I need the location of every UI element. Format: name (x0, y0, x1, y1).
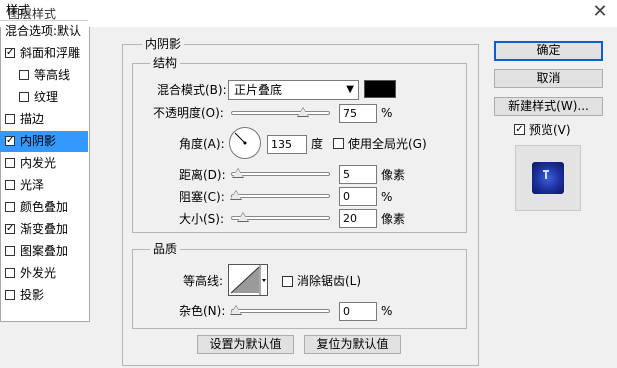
blend-mode-label: 混合模式(B): (157, 83, 227, 97)
style-item[interactable]: ✓ 斜面和浮雕 (0, 43, 88, 64)
style-item-label: 纹理 (34, 90, 59, 104)
style-item-checkbox[interactable] (5, 268, 15, 278)
angle-unit: 度 (311, 137, 324, 151)
style-item-label: 光泽 (20, 178, 45, 192)
contour-label: 等高线: (183, 274, 224, 288)
style-item-checkbox[interactable] (5, 202, 15, 212)
style-item[interactable]: 纹理 (0, 87, 88, 108)
style-item[interactable]: 投影 (0, 285, 88, 306)
style-item-label: 投影 (20, 288, 45, 302)
style-item[interactable]: ✓ 渐变叠加 (0, 219, 88, 240)
anti-alias-label: 消除锯齿(L) (297, 274, 362, 288)
style-item-checkbox[interactable] (19, 70, 29, 80)
style-item-label: 颜色叠加 (20, 200, 69, 214)
style-item[interactable]: 图案叠加 (0, 241, 88, 262)
angle-input[interactable]: 135 (267, 135, 307, 154)
cancel-button[interactable]: 取消 (494, 69, 603, 88)
global-light-checkbox[interactable] (333, 138, 344, 149)
style-item-label: 斜面和浮雕 (20, 46, 81, 60)
noise-unit: % (381, 304, 393, 318)
title-bar (0, 0, 617, 27)
style-item-checkbox[interactable] (5, 158, 15, 168)
opacity-input[interactable]: 75 (339, 104, 377, 123)
size-slider-thumb[interactable] (237, 212, 250, 222)
ok-button[interactable]: 确定 (494, 41, 603, 61)
size-input[interactable]: 20 (339, 209, 377, 228)
style-item-checkbox[interactable] (5, 290, 15, 300)
style-item[interactable]: 内发光 (0, 153, 88, 174)
section-title: 内阴影 (142, 37, 185, 51)
style-item[interactable]: 等高线 (0, 65, 88, 86)
size-label: 大小(S): (179, 212, 225, 226)
contour-curve-icon (230, 265, 266, 295)
choke-slider-track[interactable] (231, 194, 330, 198)
style-item-label: 等高线 (34, 68, 71, 82)
blend-mode-select[interactable]: 正片叠底 ▼ (228, 80, 359, 100)
reset-default-button[interactable]: 复位为默认值 (304, 335, 401, 354)
noise-label: 杂色(N): (179, 304, 226, 318)
quality-title: 品质 (150, 242, 181, 256)
structure-title: 结构 (150, 56, 181, 70)
choke-label: 阻塞(C): (179, 190, 225, 204)
style-item[interactable]: 描边 (0, 109, 88, 130)
blend-mode-value: 正片叠底 (234, 83, 283, 97)
distance-slider-track[interactable] (231, 172, 330, 176)
style-item[interactable]: ✓ 内阴影 (0, 131, 88, 152)
preview-label: 预览(V) (529, 123, 571, 137)
distance-input[interactable]: 5 (339, 165, 377, 184)
distance-slider-thumb[interactable] (231, 168, 244, 178)
choke-input[interactable]: 0 (339, 187, 377, 206)
style-item-label: 内发光 (20, 156, 57, 170)
anti-alias-checkbox[interactable] (282, 276, 293, 287)
style-preview-thumbnail (515, 145, 581, 211)
global-light-label: 使用全局光(G) (348, 137, 427, 151)
chevron-down-icon: ▼ (346, 84, 354, 95)
style-item[interactable]: 混合选项:默认 (0, 21, 88, 42)
style-item-checkbox[interactable]: ✓ (5, 136, 15, 146)
style-item-label: 外发光 (20, 266, 57, 280)
style-item-label: 渐变叠加 (20, 222, 69, 236)
style-item-label: 图案叠加 (20, 244, 69, 258)
style-item[interactable]: 外发光 (0, 263, 88, 284)
style-item-checkbox[interactable] (19, 92, 29, 102)
noise-slider-track[interactable] (231, 309, 330, 313)
style-item-checkbox[interactable] (5, 246, 15, 256)
close-icon[interactable]: ✕ (590, 2, 610, 22)
preview-swatch (532, 162, 564, 194)
angle-dial[interactable] (229, 127, 261, 159)
size-unit: 像素 (381, 212, 406, 226)
choke-unit: % (381, 190, 393, 204)
opacity-unit: % (381, 106, 393, 120)
style-item-checkbox[interactable] (5, 114, 15, 124)
opacity-slider-track[interactable] (231, 111, 330, 115)
style-item-label: 混合选项:默认 (5, 24, 82, 38)
make-default-button[interactable]: 设置为默认值 (197, 335, 294, 354)
styles-header: 样式 (0, 0, 88, 21)
style-item[interactable]: 颜色叠加 (0, 197, 88, 218)
style-item-checkbox[interactable] (5, 180, 15, 190)
choke-slider-thumb[interactable] (230, 190, 242, 200)
preview-checkbox[interactable]: ✓ (514, 124, 525, 135)
opacity-slider-thumb[interactable] (296, 107, 309, 117)
styles-list: 样式混合选项:默认 ✓ 斜面和浮雕等高线纹理描边 ✓ 内阴影内发光光泽颜色叠加 ✓ 渐变叠加… (0, 0, 90, 322)
distance-label: 距离(D): (179, 168, 226, 182)
style-item-checkbox[interactable]: ✓ (5, 48, 15, 58)
preview-glyph-stem (545, 172, 547, 179)
opacity-label: 不透明度(O): (153, 106, 224, 120)
contour-picker[interactable] (228, 264, 268, 296)
distance-unit: 像素 (381, 168, 406, 182)
styles-header-label: 样式 (6, 3, 31, 17)
shadow-color-swatch[interactable] (364, 80, 396, 98)
noise-input[interactable]: 0 (339, 302, 377, 321)
style-item-checkbox[interactable]: ✓ (5, 224, 15, 234)
angle-dial-needle (234, 132, 247, 145)
style-item-label: 描边 (20, 112, 45, 126)
style-item-label: 内阴影 (20, 134, 57, 148)
style-item[interactable]: 光泽 (0, 175, 88, 196)
new-style-button[interactable]: 新建样式(W)... (494, 97, 603, 116)
angle-label: 角度(A): (179, 137, 225, 151)
noise-slider-thumb[interactable] (230, 305, 242, 315)
